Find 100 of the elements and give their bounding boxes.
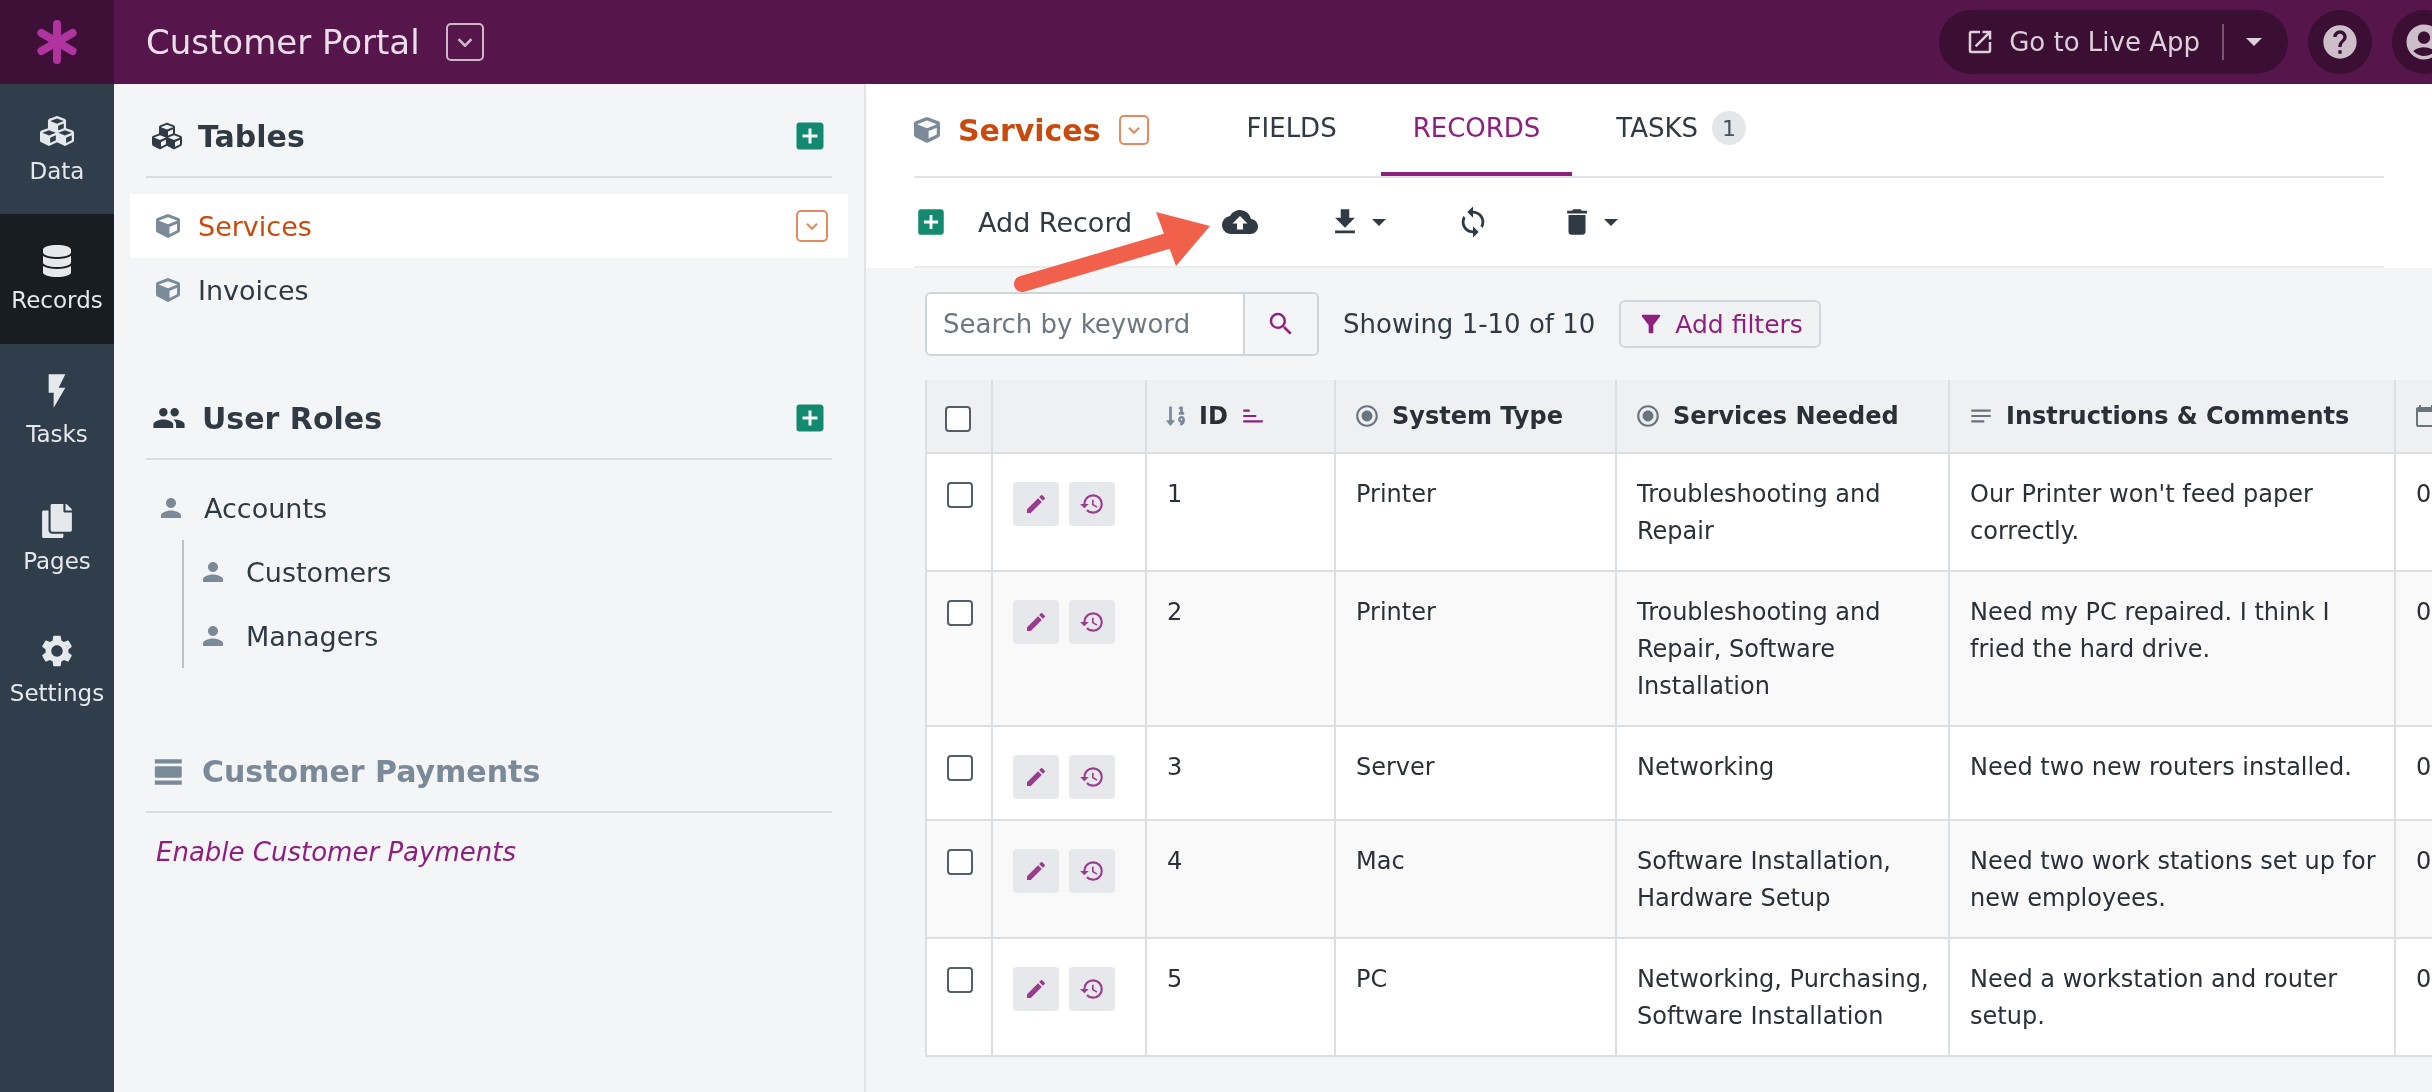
table-item[interactable]: Services bbox=[130, 194, 848, 258]
add-record-button[interactable]: Add Record bbox=[914, 205, 1133, 239]
column-header[interactable]: System Type bbox=[1334, 380, 1615, 452]
table-cell: 5 bbox=[1145, 939, 1334, 1055]
chevron-down-icon bbox=[455, 36, 474, 48]
tab[interactable]: TASKS 1 bbox=[1584, 84, 1779, 176]
table-cell: Need two new routers installed. bbox=[1948, 727, 2394, 819]
edit-button[interactable] bbox=[1013, 849, 1059, 893]
table-cell: Need a workstation and router setup. bbox=[1948, 939, 2394, 1055]
caret-icon bbox=[1604, 218, 1619, 226]
cubes-icon bbox=[152, 121, 182, 151]
edit-button[interactable] bbox=[1013, 967, 1059, 1011]
nav-item[interactable]: Settings bbox=[0, 604, 114, 734]
app-menu-dropdown[interactable] bbox=[445, 23, 484, 61]
caret-icon bbox=[2246, 38, 2262, 46]
history-button[interactable] bbox=[1069, 967, 1115, 1011]
role-item[interactable]: Accounts bbox=[130, 476, 848, 540]
pencil-icon bbox=[1024, 859, 1048, 883]
search-button[interactable] bbox=[1243, 294, 1317, 354]
column-header[interactable]: Instructions & Comments bbox=[1948, 380, 2394, 452]
add-filters-button[interactable]: Add filters bbox=[1619, 300, 1821, 348]
checkbox[interactable] bbox=[947, 600, 973, 626]
chevron-down-icon bbox=[805, 221, 819, 231]
table-cell: Networking, Purchasing, Software Installation bbox=[1615, 939, 1948, 1055]
app-title: Customer Portal bbox=[146, 22, 420, 62]
checkbox[interactable] bbox=[947, 967, 973, 993]
table-cell: 0 bbox=[2394, 939, 2432, 1055]
table-cell: 1 bbox=[1145, 454, 1334, 570]
nav-item[interactable]: Data bbox=[0, 84, 114, 214]
radio-icon bbox=[1354, 403, 1380, 429]
live-app-button[interactable]: Go to Live App bbox=[1939, 10, 2288, 74]
nav-item[interactable]: Records bbox=[0, 214, 114, 344]
pencil-icon bbox=[1024, 977, 1048, 1001]
section-title: Tables bbox=[198, 118, 306, 154]
tab[interactable]: FIELDS bbox=[1214, 84, 1369, 176]
history-icon bbox=[1079, 764, 1105, 790]
cube-icon bbox=[914, 117, 940, 143]
edit-button[interactable] bbox=[1013, 755, 1059, 799]
edit-button[interactable] bbox=[1013, 482, 1059, 526]
sort-icon bbox=[1165, 405, 1187, 427]
count-badge: 1 bbox=[1712, 111, 1747, 145]
cubes-icon bbox=[40, 114, 74, 148]
calendar-icon bbox=[2414, 404, 2432, 428]
table-cell: 0 bbox=[2394, 727, 2432, 819]
pencil-icon bbox=[1024, 610, 1048, 634]
cube-icon bbox=[156, 214, 180, 238]
role-item[interactable]: Customers bbox=[184, 540, 848, 604]
table-cell: 0 bbox=[2394, 454, 2432, 570]
enable-payments-link[interactable]: Enable Customer Payments bbox=[156, 837, 848, 867]
role-item[interactable]: Managers bbox=[184, 604, 848, 668]
table-menu-dropdown[interactable] bbox=[796, 210, 828, 242]
history-icon bbox=[1079, 609, 1105, 635]
pencil-icon bbox=[1024, 492, 1048, 516]
history-button[interactable] bbox=[1069, 849, 1115, 893]
chevron-down-icon bbox=[1126, 125, 1141, 135]
radio-icon bbox=[1635, 403, 1661, 429]
history-button[interactable] bbox=[1069, 600, 1115, 644]
table-cell: Server bbox=[1334, 727, 1615, 819]
history-icon bbox=[1079, 491, 1105, 517]
table-cell: 4 bbox=[1145, 821, 1334, 937]
table-cell: PC bbox=[1334, 939, 1615, 1055]
section-title: Customer Payments bbox=[202, 754, 542, 789]
table-cell: 0 bbox=[2394, 572, 2432, 725]
history-button[interactable] bbox=[1069, 755, 1115, 799]
live-app-label: Go to Live App bbox=[2009, 27, 2200, 57]
checkbox[interactable] bbox=[945, 406, 971, 432]
history-icon bbox=[1079, 858, 1105, 884]
table-cell: 2 bbox=[1145, 572, 1334, 725]
help-icon bbox=[2320, 22, 2360, 62]
checkbox[interactable] bbox=[947, 755, 973, 781]
table-menu-dropdown[interactable] bbox=[1118, 115, 1149, 145]
database-icon bbox=[41, 245, 73, 277]
table-cell: Networking bbox=[1615, 727, 1948, 819]
pencil-icon bbox=[1024, 765, 1048, 789]
tab[interactable]: RECORDS bbox=[1380, 84, 1573, 176]
history-button[interactable] bbox=[1069, 482, 1115, 526]
table-cell: Software Installation, Hardware Setup bbox=[1615, 821, 1948, 937]
search-field[interactable]: Search by keyword bbox=[925, 292, 1319, 356]
nav-item[interactable]: Tasks bbox=[0, 344, 114, 474]
table-item[interactable]: Invoices bbox=[130, 258, 848, 322]
table-cell: Need two work stations set up for new employees. bbox=[1948, 821, 2394, 937]
checkbox[interactable] bbox=[947, 482, 973, 508]
edit-button[interactable] bbox=[1013, 600, 1059, 644]
history-icon bbox=[1079, 976, 1105, 1002]
column-header[interactable]: Services Needed bbox=[1615, 380, 1948, 452]
table-cell: Printer bbox=[1334, 572, 1615, 725]
table-cell: Mac bbox=[1334, 821, 1615, 937]
asterisk-logo-icon bbox=[35, 20, 79, 64]
checkbox[interactable] bbox=[947, 849, 973, 875]
pages-icon bbox=[40, 504, 74, 538]
caret-icon bbox=[1372, 218, 1387, 226]
column-header[interactable]: ID bbox=[1145, 380, 1334, 452]
table-cell: Printer bbox=[1334, 454, 1615, 570]
table-cell: Troubleshooting and Repair, Software Installation bbox=[1615, 572, 1948, 725]
nav-item[interactable]: Pages bbox=[0, 474, 114, 604]
table-cell: Troubleshooting and Repair bbox=[1615, 454, 1948, 570]
section-title: User Roles bbox=[202, 400, 383, 436]
record-count: Showing 1-10 of 10 bbox=[1343, 309, 1596, 339]
table-cell: Need my PC repaired. I think I fried the hard drive. bbox=[1948, 572, 2394, 725]
cube-icon bbox=[156, 278, 180, 302]
